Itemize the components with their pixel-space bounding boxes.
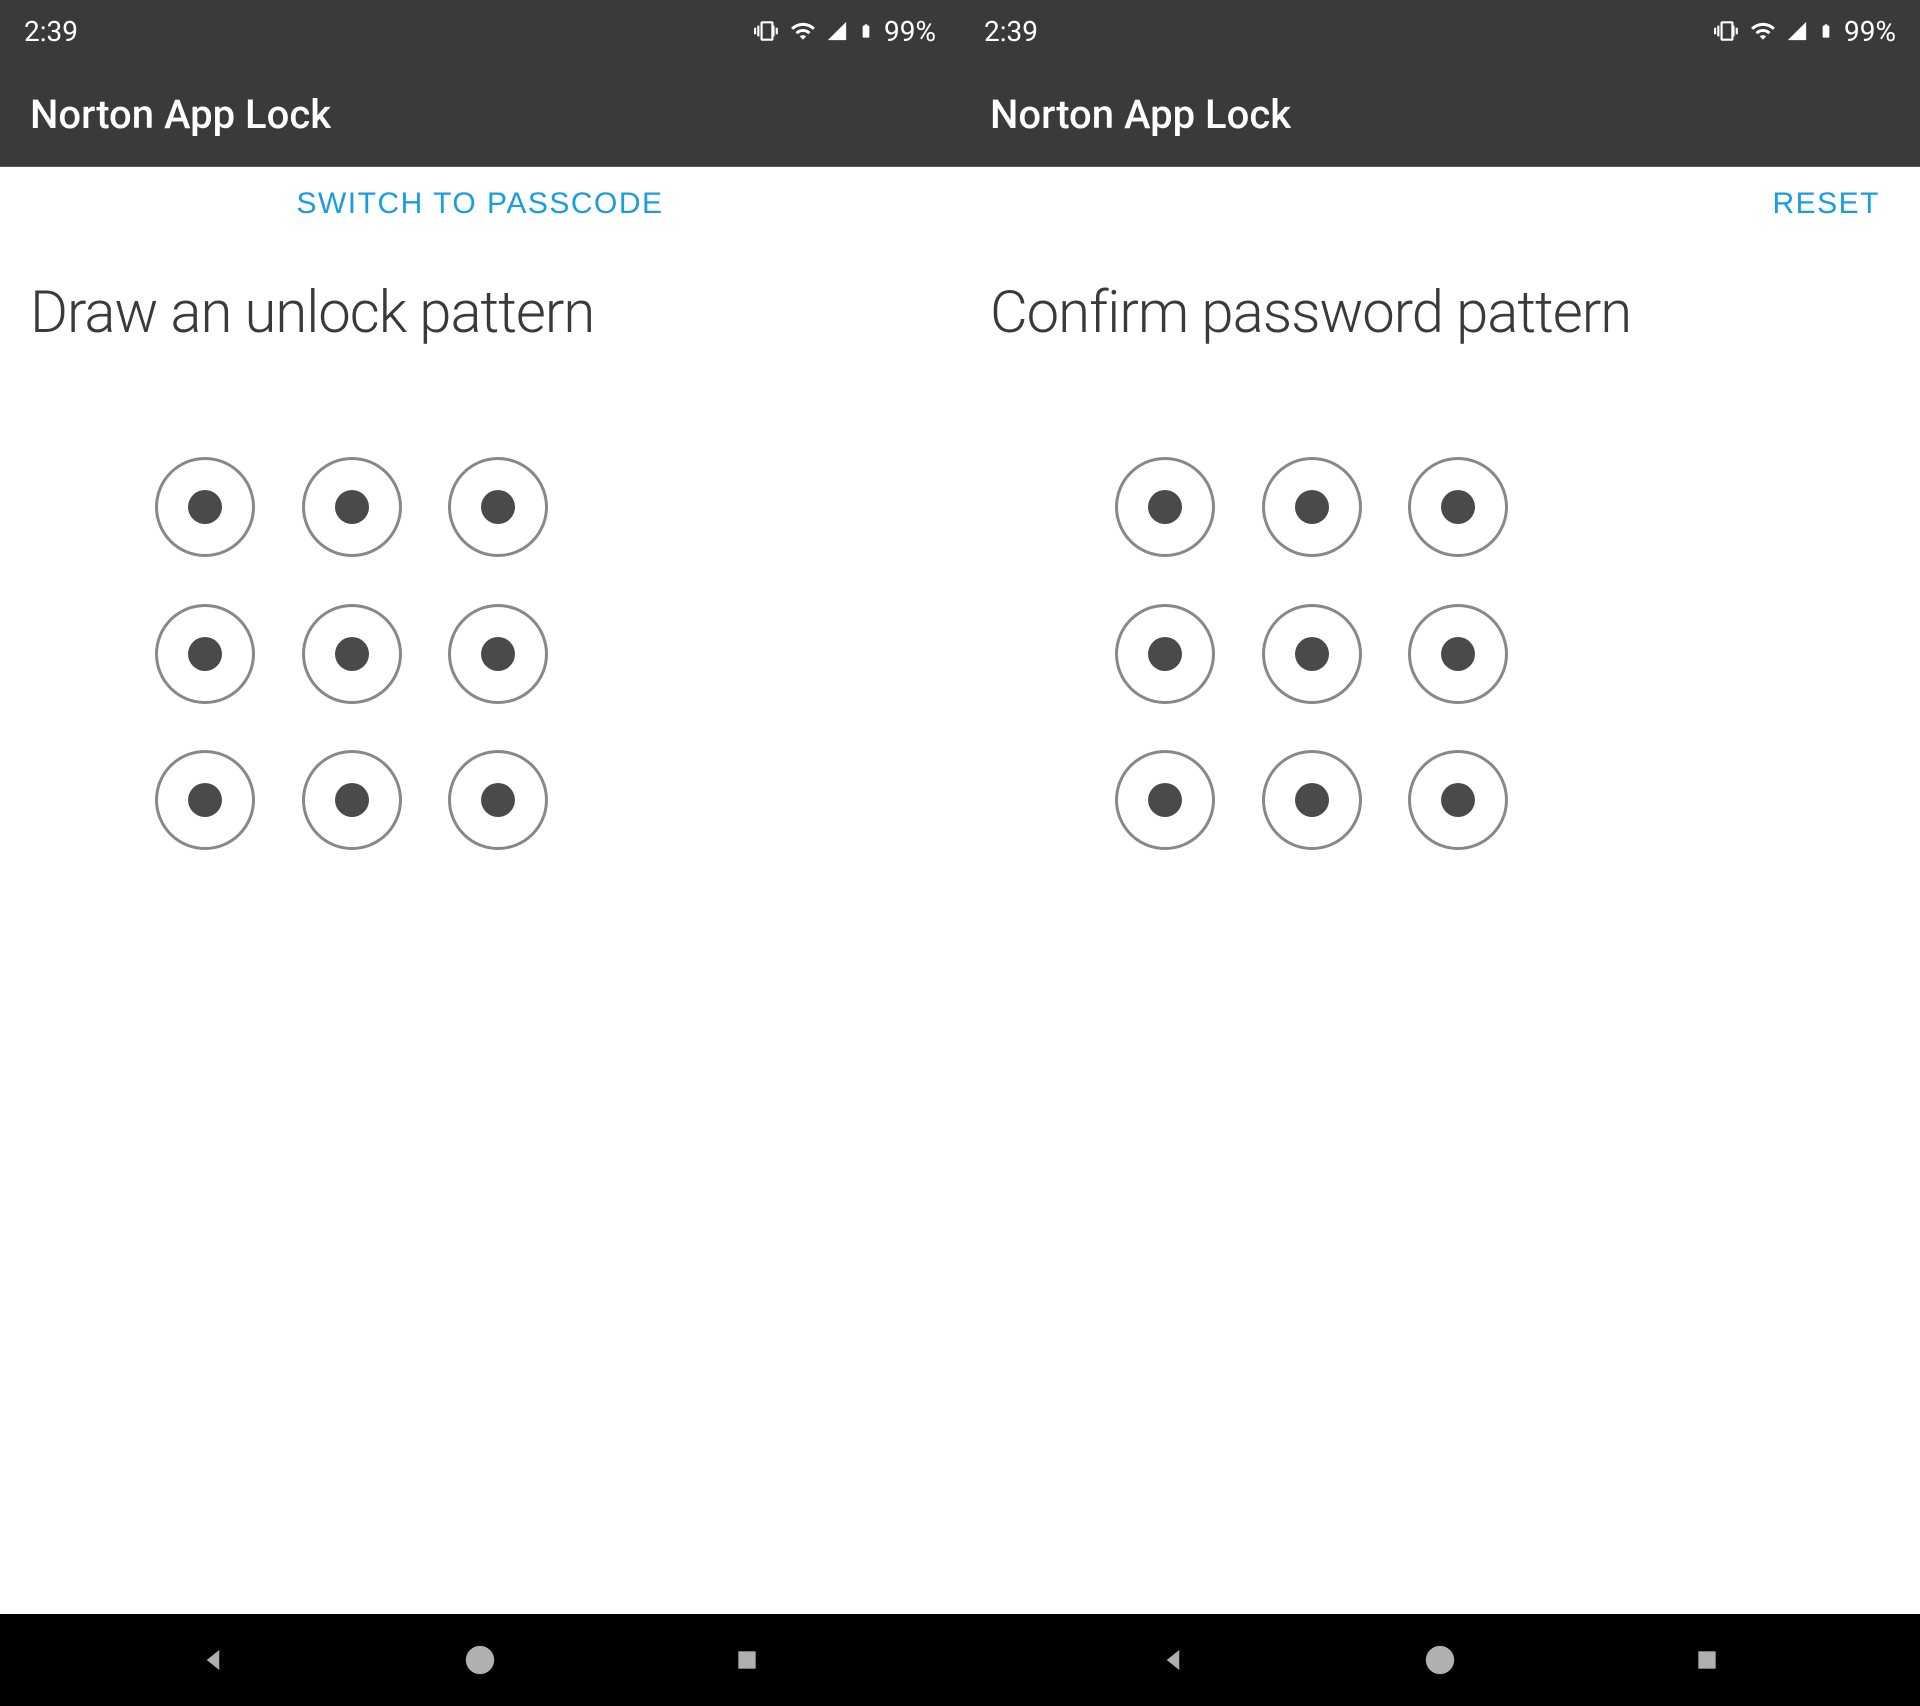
pattern-node-2[interactable] <box>302 457 402 557</box>
pattern-node-1[interactable] <box>155 457 255 557</box>
instruction-heading: Draw an unlock pattern <box>0 229 960 347</box>
vibrate-icon <box>1714 18 1740 44</box>
app-title: Norton App Lock <box>30 91 331 138</box>
wifi-icon <box>1750 18 1776 44</box>
status-bar: 2:39 99% <box>0 0 960 62</box>
signal-icon <box>826 20 848 42</box>
signal-icon <box>1786 20 1808 42</box>
pattern-node-2[interactable] <box>1262 457 1362 557</box>
switch-to-passcode-button[interactable]: SWITCH TO PASSCODE <box>296 187 663 221</box>
home-button[interactable] <box>460 1640 500 1680</box>
instruction-heading: Confirm password pattern <box>960 229 1920 347</box>
battery-icon <box>1818 18 1834 44</box>
back-button[interactable] <box>193 1640 233 1680</box>
phone-screen-left: 2:39 99% Norton App Lock <box>0 0 960 1706</box>
status-time: 2:39 <box>984 15 1038 48</box>
status-bar: 2:39 99% <box>960 0 1920 62</box>
pattern-node-8[interactable] <box>1262 750 1362 850</box>
pattern-node-8[interactable] <box>302 750 402 850</box>
app-title: Norton App Lock <box>990 91 1291 138</box>
pattern-node-3[interactable] <box>448 457 548 557</box>
pattern-node-3[interactable] <box>1408 457 1508 557</box>
pattern-grid[interactable] <box>1115 457 1525 867</box>
pattern-node-4[interactable] <box>155 604 255 704</box>
wifi-icon <box>790 18 816 44</box>
navigation-bar <box>0 1614 960 1706</box>
pattern-node-1[interactable] <box>1115 457 1215 557</box>
recents-button[interactable] <box>1687 1640 1727 1680</box>
battery-percent: 99% <box>1844 15 1896 48</box>
pattern-node-4[interactable] <box>1115 604 1215 704</box>
recents-button[interactable] <box>727 1640 767 1680</box>
pattern-node-5[interactable] <box>1262 604 1362 704</box>
reset-button[interactable]: RESET <box>1772 187 1880 221</box>
back-button[interactable] <box>1153 1640 1193 1680</box>
status-time: 2:39 <box>24 15 78 48</box>
app-bar: Norton App Lock <box>960 62 1920 167</box>
pattern-grid[interactable] <box>155 457 565 867</box>
app-bar: Norton App Lock <box>0 62 960 167</box>
pattern-node-6[interactable] <box>448 604 548 704</box>
home-button[interactable] <box>1420 1640 1460 1680</box>
navigation-bar <box>960 1614 1920 1706</box>
pattern-node-7[interactable] <box>1115 750 1215 850</box>
vibrate-icon <box>754 18 780 44</box>
pattern-node-9[interactable] <box>1408 750 1508 850</box>
pattern-node-6[interactable] <box>1408 604 1508 704</box>
phone-screen-right: 2:39 99% Norton App Lock <box>960 0 1920 1706</box>
battery-percent: 99% <box>884 15 936 48</box>
pattern-node-9[interactable] <box>448 750 548 850</box>
pattern-node-7[interactable] <box>155 750 255 850</box>
pattern-node-5[interactable] <box>302 604 402 704</box>
battery-icon <box>858 18 874 44</box>
